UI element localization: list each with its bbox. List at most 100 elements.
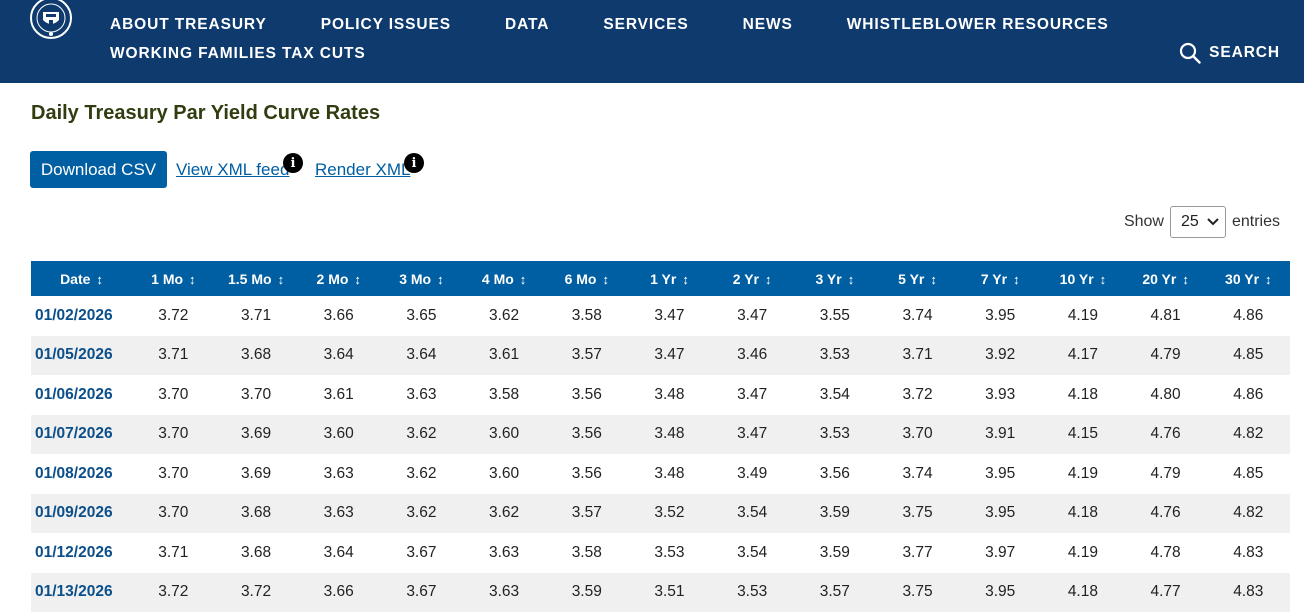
rate-cell: 3.63: [297, 454, 380, 494]
rate-cell: 3.65: [380, 296, 463, 336]
column-header[interactable]: 10 Yr↕: [1042, 261, 1125, 296]
rate-cell: 3.72: [132, 296, 215, 336]
table-row: 01/05/20263.713.683.643.643.613.573.473.…: [31, 336, 1290, 376]
nav-policy-issues[interactable]: POLICY ISSUES: [321, 16, 451, 34]
date-link[interactable]: 01/05/2026: [35, 346, 113, 363]
rate-cell: 3.54: [711, 533, 794, 573]
table-header-row: Date↕1 Mo↕1.5 Mo↕2 Mo↕3 Mo↕4 Mo↕6 Mo↕1 Y…: [31, 261, 1290, 296]
rate-cell: 4.76: [1124, 415, 1207, 455]
column-header[interactable]: 20 Yr↕: [1124, 261, 1207, 296]
rate-cell: 3.57: [545, 494, 628, 534]
rate-cell: 3.62: [380, 454, 463, 494]
show-label: Show: [1124, 213, 1164, 231]
column-header-label: 10 Yr: [1060, 271, 1094, 287]
rate-cell: 3.71: [132, 336, 215, 376]
rate-cell: 3.48: [628, 375, 711, 415]
rate-cell: 3.69: [215, 415, 298, 455]
rate-cell: 4.80: [1124, 375, 1207, 415]
column-header[interactable]: 1.5 Mo↕: [215, 261, 298, 296]
treasury-seal-logo[interactable]: [28, 0, 74, 44]
nav-data[interactable]: DATA: [505, 16, 549, 34]
nav-about-treasury[interactable]: ABOUT TREASURY: [110, 16, 267, 34]
rate-cell: 3.97: [959, 533, 1042, 573]
info-icon[interactable]: i: [404, 153, 424, 173]
column-header[interactable]: 4 Mo↕: [463, 261, 546, 296]
rate-cell: 3.47: [711, 375, 794, 415]
rate-cell: 4.18: [1042, 494, 1125, 534]
date-cell: 01/02/2026: [31, 296, 132, 336]
view-xml-feed-link[interactable]: View XML feed: [176, 160, 289, 180]
column-header[interactable]: 2 Mo↕: [297, 261, 380, 296]
sort-icon: ↕: [848, 272, 855, 287]
sort-icon: ↕: [682, 272, 689, 287]
info-icon[interactable]: i: [283, 153, 303, 173]
nav-news[interactable]: NEWS: [743, 16, 793, 34]
secondary-nav: WORKING FAMILIES TAX CUTS: [110, 45, 366, 63]
nav-working-families-tax-cuts[interactable]: WORKING FAMILIES TAX CUTS: [110, 45, 366, 63]
rate-cell: 3.63: [297, 494, 380, 534]
table-row: 01/12/20263.713.683.643.673.633.583.533.…: [31, 533, 1290, 573]
column-header[interactable]: 2 Yr↕: [711, 261, 794, 296]
rate-cell: 4.18: [1042, 375, 1125, 415]
yield-rates-table: Date↕1 Mo↕1.5 Mo↕2 Mo↕3 Mo↕4 Mo↕6 Mo↕1 Y…: [31, 261, 1290, 612]
render-xml-link[interactable]: Render XML: [315, 160, 410, 180]
rate-cell: 3.68: [215, 494, 298, 534]
rate-cell: 3.58: [463, 375, 546, 415]
date-cell: 01/13/2026: [31, 573, 132, 612]
rate-cell: 3.51: [628, 573, 711, 612]
rate-cell: 3.70: [132, 494, 215, 534]
rate-cell: 3.52: [628, 494, 711, 534]
rate-cell: 3.72: [876, 375, 959, 415]
column-header[interactable]: 5 Yr↕: [876, 261, 959, 296]
column-header[interactable]: 1 Mo↕: [132, 261, 215, 296]
column-header[interactable]: 3 Mo↕: [380, 261, 463, 296]
sort-icon: ↕: [1182, 272, 1189, 287]
rate-cell: 3.70: [132, 415, 215, 455]
sort-icon: ↕: [520, 272, 527, 287]
column-header[interactable]: 3 Yr↕: [794, 261, 877, 296]
date-link[interactable]: 01/12/2026: [35, 544, 113, 561]
rate-cell: 4.86: [1207, 375, 1290, 415]
date-link[interactable]: 01/02/2026: [35, 307, 113, 324]
column-header[interactable]: 6 Mo↕: [545, 261, 628, 296]
date-cell: 01/06/2026: [31, 375, 132, 415]
download-csv-button[interactable]: Download CSV: [30, 151, 167, 188]
table-row: 01/07/20263.703.693.603.623.603.563.483.…: [31, 415, 1290, 455]
column-header[interactable]: 30 Yr↕: [1207, 261, 1290, 296]
column-header[interactable]: Date↕: [31, 261, 132, 296]
rate-cell: 3.63: [463, 573, 546, 612]
rate-cell: 3.61: [463, 336, 546, 376]
nav-whistleblower-resources[interactable]: WHISTLEBLOWER RESOURCES: [847, 16, 1109, 34]
date-link[interactable]: 01/09/2026: [35, 504, 113, 521]
column-header[interactable]: 7 Yr↕: [959, 261, 1042, 296]
table-row: 01/09/20263.703.683.633.623.623.573.523.…: [31, 494, 1290, 534]
column-header-label: Date: [60, 271, 90, 287]
rate-cell: 4.19: [1042, 296, 1125, 336]
column-header-label: 6 Mo: [565, 271, 597, 287]
sort-icon: ↕: [1013, 272, 1020, 287]
rate-cell: 3.54: [711, 494, 794, 534]
column-header-label: 3 Mo: [399, 271, 431, 287]
rate-cell: 4.76: [1124, 494, 1207, 534]
table-row: 01/13/20263.723.723.663.673.633.593.513.…: [31, 573, 1290, 612]
rate-cell: 3.60: [463, 454, 546, 494]
date-link[interactable]: 01/13/2026: [35, 583, 113, 600]
rate-cell: 3.46: [711, 336, 794, 376]
rate-cell: 3.48: [628, 415, 711, 455]
sort-icon: ↕: [930, 272, 937, 287]
entries-select[interactable]: 25: [1170, 206, 1226, 238]
search-button[interactable]: SEARCH: [1179, 42, 1280, 64]
rate-cell: 4.82: [1207, 415, 1290, 455]
column-header[interactable]: 1 Yr↕: [628, 261, 711, 296]
rate-cell: 3.64: [297, 336, 380, 376]
rate-cell: 4.83: [1207, 533, 1290, 573]
date-link[interactable]: 01/06/2026: [35, 386, 113, 403]
date-cell: 01/12/2026: [31, 533, 132, 573]
nav-services[interactable]: SERVICES: [603, 16, 688, 34]
rate-cell: 3.58: [545, 296, 628, 336]
date-link[interactable]: 01/08/2026: [35, 465, 113, 482]
rate-cell: 3.54: [794, 375, 877, 415]
table-row: 01/06/20263.703.703.613.633.583.563.483.…: [31, 375, 1290, 415]
date-link[interactable]: 01/07/2026: [35, 425, 113, 442]
rate-cell: 3.74: [876, 296, 959, 336]
